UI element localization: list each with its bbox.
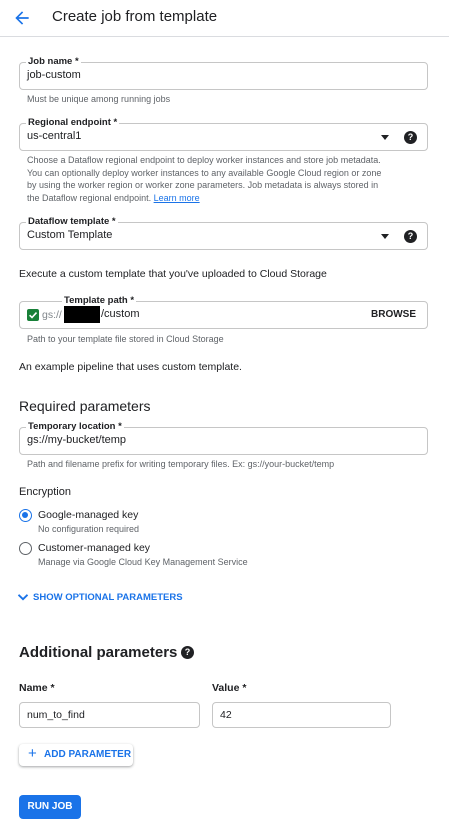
hint-line: the Dataflow regional endpoint. Learn mo…	[27, 192, 381, 205]
template-path-field[interactable]: Template path * gs:// /custom BROWSE	[19, 295, 428, 329]
job-name-label: Job name *	[26, 56, 81, 67]
add-parameter-button[interactable]: + ADD PARAMETER	[19, 744, 133, 766]
redacted-bucket	[64, 306, 100, 323]
page-title: Create job from template	[52, 8, 218, 25]
top-bar: Create job from template	[0, 0, 449, 37]
example-text: An example pipeline that uses custom tem…	[19, 361, 242, 373]
help-icon[interactable]: ?	[404, 230, 417, 243]
hint-line: by using the worker region or worker zon…	[27, 180, 379, 190]
temp-location-field[interactable]: Temporary location * gs://my-bucket/temp	[19, 421, 428, 455]
parameter-value-input[interactable]: 42	[212, 702, 391, 728]
check-icon	[27, 309, 39, 321]
encryption-title: Encryption	[19, 486, 71, 498]
template-path-suffix[interactable]: /custom	[101, 308, 140, 320]
required-parameters-title: Required parameters	[19, 398, 151, 414]
temp-location-label: Temporary location *	[26, 421, 124, 432]
help-icon[interactable]: ?	[404, 131, 417, 144]
regional-endpoint-select[interactable]: Regional endpoint * us-central1 ?	[19, 117, 428, 151]
regional-endpoint-hint: Choose a Dataflow regional endpoint to d…	[27, 154, 381, 204]
radio-customer-managed[interactable]	[19, 542, 32, 555]
customer-managed-label[interactable]: Customer-managed key	[38, 542, 150, 554]
dataflow-template-value: Custom Template	[27, 229, 113, 241]
back-arrow-icon[interactable]	[12, 8, 32, 28]
dropdown-caret-icon[interactable]	[381, 234, 389, 239]
google-managed-label[interactable]: Google-managed key	[38, 509, 138, 521]
hint-line: Choose a Dataflow regional endpoint to d…	[27, 155, 381, 165]
learn-more-link[interactable]: Learn more	[154, 193, 200, 203]
name-column-header: Name *	[19, 682, 55, 694]
run-job-button[interactable]: RUN JOB	[19, 795, 81, 819]
customer-managed-hint: Manage via Google Cloud Key Management S…	[38, 557, 248, 567]
help-icon[interactable]: ?	[181, 646, 194, 659]
parameter-name-value[interactable]: num_to_find	[27, 709, 85, 721]
parameter-value-value[interactable]: 42	[220, 709, 232, 721]
google-managed-hint: No configuration required	[38, 524, 140, 534]
job-name-hint: Must be unique among running jobs	[27, 94, 171, 104]
radio-google-managed[interactable]	[19, 509, 32, 522]
additional-parameters-title: Additional parameters	[19, 644, 178, 661]
job-name-value[interactable]: job-custom	[27, 69, 81, 81]
template-path-prefix: gs://	[42, 309, 62, 321]
chevron-down-icon	[17, 594, 29, 601]
dataflow-template-label: Dataflow template *	[26, 216, 118, 227]
hint-line: You can optionally deploy worker instanc…	[27, 167, 382, 178]
dataflow-template-select[interactable]: Dataflow template * Custom Template ?	[19, 216, 428, 250]
template-path-hint: Path to your template file stored in Clo…	[27, 334, 224, 344]
job-name-field[interactable]: Job name * job-custom	[19, 56, 428, 90]
parameter-name-input[interactable]: num_to_find	[19, 702, 200, 728]
plus-icon: +	[28, 745, 37, 762]
temp-location-hint: Path and filename prefix for writing tem…	[27, 459, 335, 469]
hint-line-text: the Dataflow regional endpoint.	[27, 192, 152, 203]
show-optional-parameters-label: SHOW OPTIONAL PARAMETERS	[33, 592, 183, 603]
temp-location-value[interactable]: gs://my-bucket/temp	[27, 434, 126, 446]
value-column-header: Value *	[212, 682, 247, 694]
regional-endpoint-label: Regional endpoint *	[26, 117, 120, 128]
template-description: Execute a custom template that you've up…	[19, 268, 327, 280]
add-parameter-label: ADD PARAMETER	[44, 749, 132, 760]
regional-endpoint-value: us-central1	[27, 130, 82, 142]
browse-button[interactable]: BROWSE	[371, 309, 416, 320]
template-path-label: Template path *	[62, 295, 137, 306]
dropdown-caret-icon[interactable]	[381, 135, 389, 140]
